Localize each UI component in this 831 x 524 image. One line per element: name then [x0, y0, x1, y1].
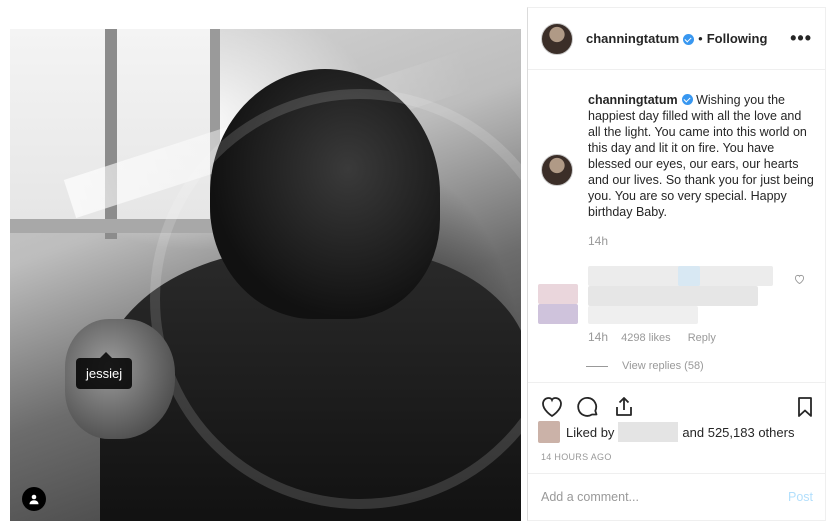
blur-avatar-top [538, 284, 578, 304]
verified-badge-icon [683, 34, 695, 45]
blur-avatar-bottom [538, 304, 578, 324]
caption-verified-icon [681, 94, 693, 105]
caption-username[interactable]: channingtatum [588, 93, 678, 107]
caption-time[interactable]: 14h [588, 234, 608, 248]
blur-text-accent [678, 266, 700, 286]
blur-text-2 [588, 286, 758, 306]
user-tag-label[interactable]: jessiej [76, 352, 133, 389]
add-comment-section: Post [528, 473, 825, 521]
post-header: channingtatum • Following ••• [528, 8, 825, 70]
comment-bubble-icon[interactable] [576, 395, 600, 419]
liked-by-others[interactable]: and 525,183 others [682, 425, 794, 440]
avatar[interactable] [541, 22, 573, 55]
view-replies-line [586, 365, 608, 367]
user-tags-icon[interactable] [22, 487, 46, 511]
action-bar [528, 382, 825, 422]
caption: channingtatum Wishing you the happiest d… [541, 92, 816, 220]
more-options-icon[interactable]: ••• [790, 28, 812, 49]
comment-likes[interactable]: 4298 likes [621, 332, 671, 344]
post-photo[interactable] [10, 29, 521, 521]
following-button[interactable]: Following [707, 31, 768, 46]
comment-time[interactable]: 14h [588, 330, 608, 344]
post-side-panel: channingtatum • Following ••• channingta… [527, 7, 826, 521]
header-separator: • [698, 31, 703, 46]
view-replies-button[interactable]: View replies (58) [586, 360, 704, 372]
likes-summary: Liked by and 525,183 others [538, 421, 794, 443]
like-heart-icon[interactable] [540, 395, 564, 419]
share-icon[interactable] [612, 395, 636, 419]
comment-like-icon[interactable] [794, 274, 805, 287]
liked-by-prefix: Liked by [566, 424, 615, 440]
header-username[interactable]: channingtatum [586, 31, 679, 46]
caption-body: Wishing you the happiest day filled with… [588, 93, 814, 219]
post-button[interactable]: Post [788, 490, 813, 504]
blurred-comment [538, 266, 778, 326]
post-timestamp[interactable]: 14 HOURS AGO [541, 452, 612, 462]
comment-meta: 14h 4298 likes Reply [588, 330, 730, 344]
bookmark-icon[interactable] [793, 395, 817, 419]
blur-text-3 [588, 306, 698, 324]
caption-avatar[interactable] [541, 154, 573, 186]
blurred-liker-name[interactable] [618, 422, 679, 442]
reply-button[interactable]: Reply [688, 332, 716, 344]
caption-text-block: channingtatum Wishing you the happiest d… [588, 92, 816, 220]
liker-avatar[interactable] [538, 421, 560, 443]
view-replies-label: View replies (58) [622, 360, 704, 372]
add-comment-input[interactable] [541, 490, 761, 504]
